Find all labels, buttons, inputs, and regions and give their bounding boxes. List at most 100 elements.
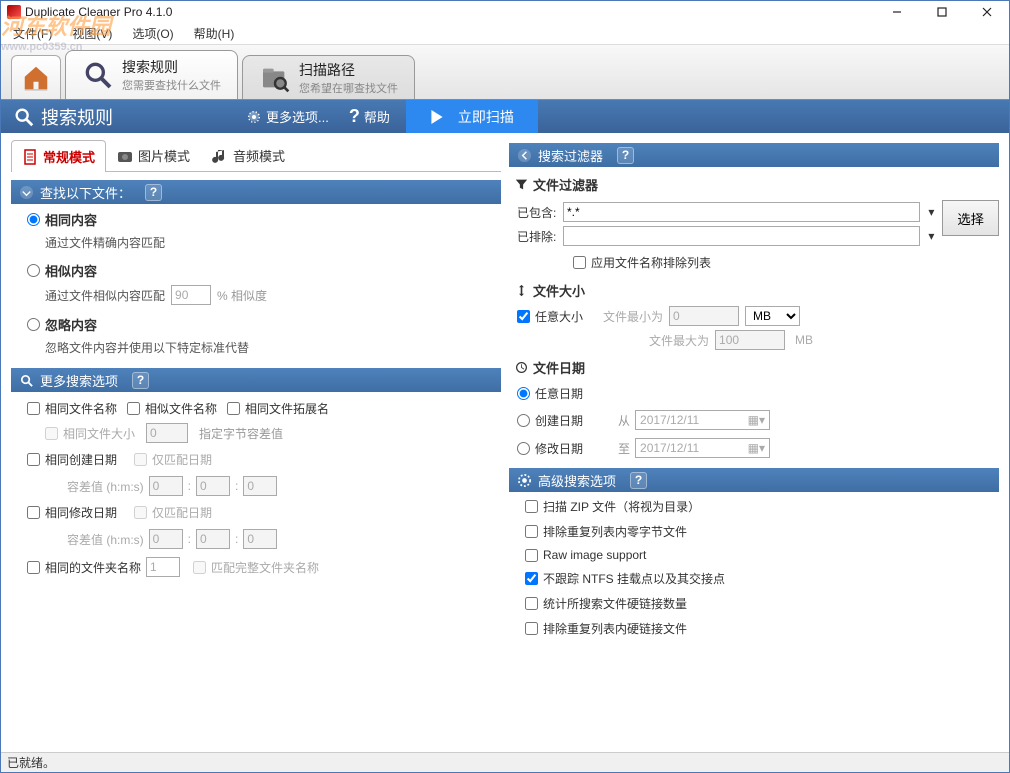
tol-m[interactable] (196, 476, 230, 496)
check-same-size[interactable]: 相同文件大小 指定字节容差值 (11, 421, 501, 445)
mode-tab-image[interactable]: 图片模式 (106, 139, 201, 171)
dropdown-icon[interactable]: ▾ (924, 229, 938, 243)
tab-scan-paths-title: 扫描路径 (299, 60, 398, 80)
tab-search-rules-title: 搜索规则 (122, 57, 221, 77)
camera-icon (117, 148, 133, 164)
help-button[interactable]: ? 帮助 (339, 100, 400, 133)
advanced-header: 高级搜索选项 ? (509, 468, 999, 492)
tol2-h[interactable] (149, 529, 183, 549)
check-raw[interactable]: Raw image support (509, 546, 999, 564)
folder-depth-input[interactable] (146, 557, 180, 577)
document-icon (22, 149, 38, 165)
radio-modified-date[interactable]: 修改日期 至 2017/12/11▦▾ (509, 436, 999, 460)
menu-help[interactable]: 帮助(H) (190, 23, 239, 44)
menu-options[interactable]: 选项(O) (128, 23, 177, 44)
check-same-folder[interactable]: 相同的文件夹名称 匹配完整文件夹名称 (11, 555, 501, 579)
date-from-input[interactable]: 2017/12/11▦▾ (635, 410, 770, 430)
right-pane: 搜索过滤器 ? 文件过滤器 已包含: ▾ 已排除: ▾ 选择 应用 (509, 139, 999, 746)
check-date-only-2: 仅匹配日期 (134, 504, 212, 521)
tolerance-row-1: 容差值 (h:m:s) : : (11, 474, 501, 498)
check-match-full: 匹配完整文件夹名称 (193, 559, 319, 576)
menu-view[interactable]: 视图(V) (68, 23, 116, 44)
check-similar-name[interactable]: 相似文件名称 (127, 400, 217, 417)
mode-tab-normal[interactable]: 常规模式 (11, 140, 106, 172)
similarity-input[interactable] (171, 285, 211, 305)
check-same-modified[interactable]: 相同修改日期 仅匹配日期 (11, 502, 501, 523)
similar-content-desc-row: 通过文件相似内容匹配 % 相似度 (11, 285, 501, 305)
check-use-exclude-list[interactable]: 应用文件名称排除列表 (509, 252, 999, 273)
excluded-row: 已排除: ▾ (509, 224, 938, 248)
filter-header: 搜索过滤器 ? (509, 143, 999, 167)
size-tolerance-input[interactable] (146, 423, 188, 443)
clock-icon (515, 361, 528, 374)
home-icon (21, 63, 51, 93)
magnifier-icon (82, 59, 114, 91)
check-zero-byte[interactable]: 排除重复列表内零字节文件 (509, 521, 999, 542)
max-size-input[interactable] (715, 330, 785, 350)
date-subheader: 文件日期 (509, 354, 999, 379)
check-any-size[interactable]: 任意大小 (517, 308, 583, 325)
app-icon (7, 5, 21, 19)
check-date-only-1: 仅匹配日期 (134, 451, 212, 468)
ignore-content-desc: 忽略文件内容并使用以下特定标准代替 (11, 339, 501, 356)
toolbar: 搜索规则 更多选项... ? 帮助 立即扫描 (1, 100, 1009, 133)
tab-search-rules[interactable]: 搜索规则 您需要查找什么文件 (65, 50, 238, 99)
check-same-ext[interactable]: 相同文件拓展名 (227, 400, 329, 417)
home-tab[interactable] (11, 55, 61, 99)
radio-created-date[interactable]: 创建日期 从 2017/12/11▦▾ (509, 408, 999, 432)
close-button[interactable] (964, 1, 1009, 23)
date-to-input[interactable]: 2017/12/11▦▾ (635, 438, 770, 458)
tab-scan-paths[interactable]: 扫描路径 您希望在哪查找文件 (242, 55, 415, 99)
chevron-left-icon[interactable] (517, 148, 532, 163)
check-same-name[interactable]: 相同文件名称 (27, 400, 117, 417)
help-badge[interactable]: ? (132, 372, 149, 389)
tol2-m[interactable] (196, 529, 230, 549)
title-bar: Duplicate Cleaner Pro 4.1.0 (1, 1, 1009, 23)
question-icon: ? (349, 106, 360, 127)
help-badge[interactable]: ? (145, 184, 162, 201)
radio-same-content[interactable]: 相同内容 (11, 208, 501, 231)
radio-similar-content[interactable]: 相似内容 (11, 259, 501, 282)
min-size-input[interactable] (669, 306, 739, 326)
folder-search-icon (259, 62, 291, 94)
status-text: 已就绪。 (7, 754, 55, 771)
find-files-header: 查找以下文件： ? (11, 180, 501, 204)
window-title: Duplicate Cleaner Pro 4.1.0 (25, 5, 172, 19)
check-ntfs[interactable]: 不跟踪 NTFS 挂载点以及其交接点 (509, 568, 999, 589)
gear-icon (246, 109, 262, 125)
help-badge[interactable]: ? (630, 472, 647, 489)
radio-ignore-content[interactable]: 忽略内容 (11, 313, 501, 336)
more-options-button[interactable]: 更多选项... (236, 100, 339, 133)
help-badge[interactable]: ? (617, 147, 634, 164)
min-size-unit[interactable]: MB (745, 306, 800, 326)
radio-any-date[interactable]: 任意日期 (509, 383, 999, 404)
tol2-s[interactable] (243, 529, 277, 549)
check-hard-count[interactable]: 统计所搜索文件硬链接数量 (509, 593, 999, 614)
check-hard-exclude[interactable]: 排除重复列表内硬链接文件 (509, 618, 999, 639)
mode-tab-audio[interactable]: 音频模式 (201, 139, 296, 171)
magnifier-icon (13, 106, 35, 128)
tol-h[interactable] (149, 476, 183, 496)
included-input[interactable] (563, 202, 920, 222)
calendar-icon: ▦▾ (748, 413, 765, 427)
excluded-input[interactable] (563, 226, 920, 246)
select-filter-button[interactable]: 选择 (942, 200, 999, 236)
maximize-button[interactable] (919, 1, 964, 23)
included-row: 已包含: ▾ (509, 200, 938, 224)
check-same-created[interactable]: 相同创建日期 仅匹配日期 (11, 449, 501, 470)
menu-bar: 文件(F) 视图(V) 选项(O) 帮助(H) (1, 23, 1009, 45)
status-bar: 已就绪。 (1, 752, 1009, 772)
tolerance-row-2: 容差值 (h:m:s) : : (11, 527, 501, 551)
menu-file[interactable]: 文件(F) (9, 23, 56, 44)
scan-now-button[interactable]: 立即扫描 (406, 100, 538, 133)
chevron-down-icon[interactable] (19, 185, 34, 200)
toolbar-title: 搜索规则 (41, 104, 113, 130)
tol-s[interactable] (243, 476, 277, 496)
minimize-button[interactable] (874, 1, 919, 23)
dropdown-icon[interactable]: ▾ (924, 205, 938, 219)
check-zip[interactable]: 扫描 ZIP 文件（将视为目录） (509, 496, 999, 517)
calendar-icon: ▦▾ (748, 441, 765, 455)
music-note-icon (212, 148, 228, 164)
file-filter-subheader: 文件过滤器 (509, 171, 999, 196)
size-subheader: 文件大小 (509, 277, 999, 302)
